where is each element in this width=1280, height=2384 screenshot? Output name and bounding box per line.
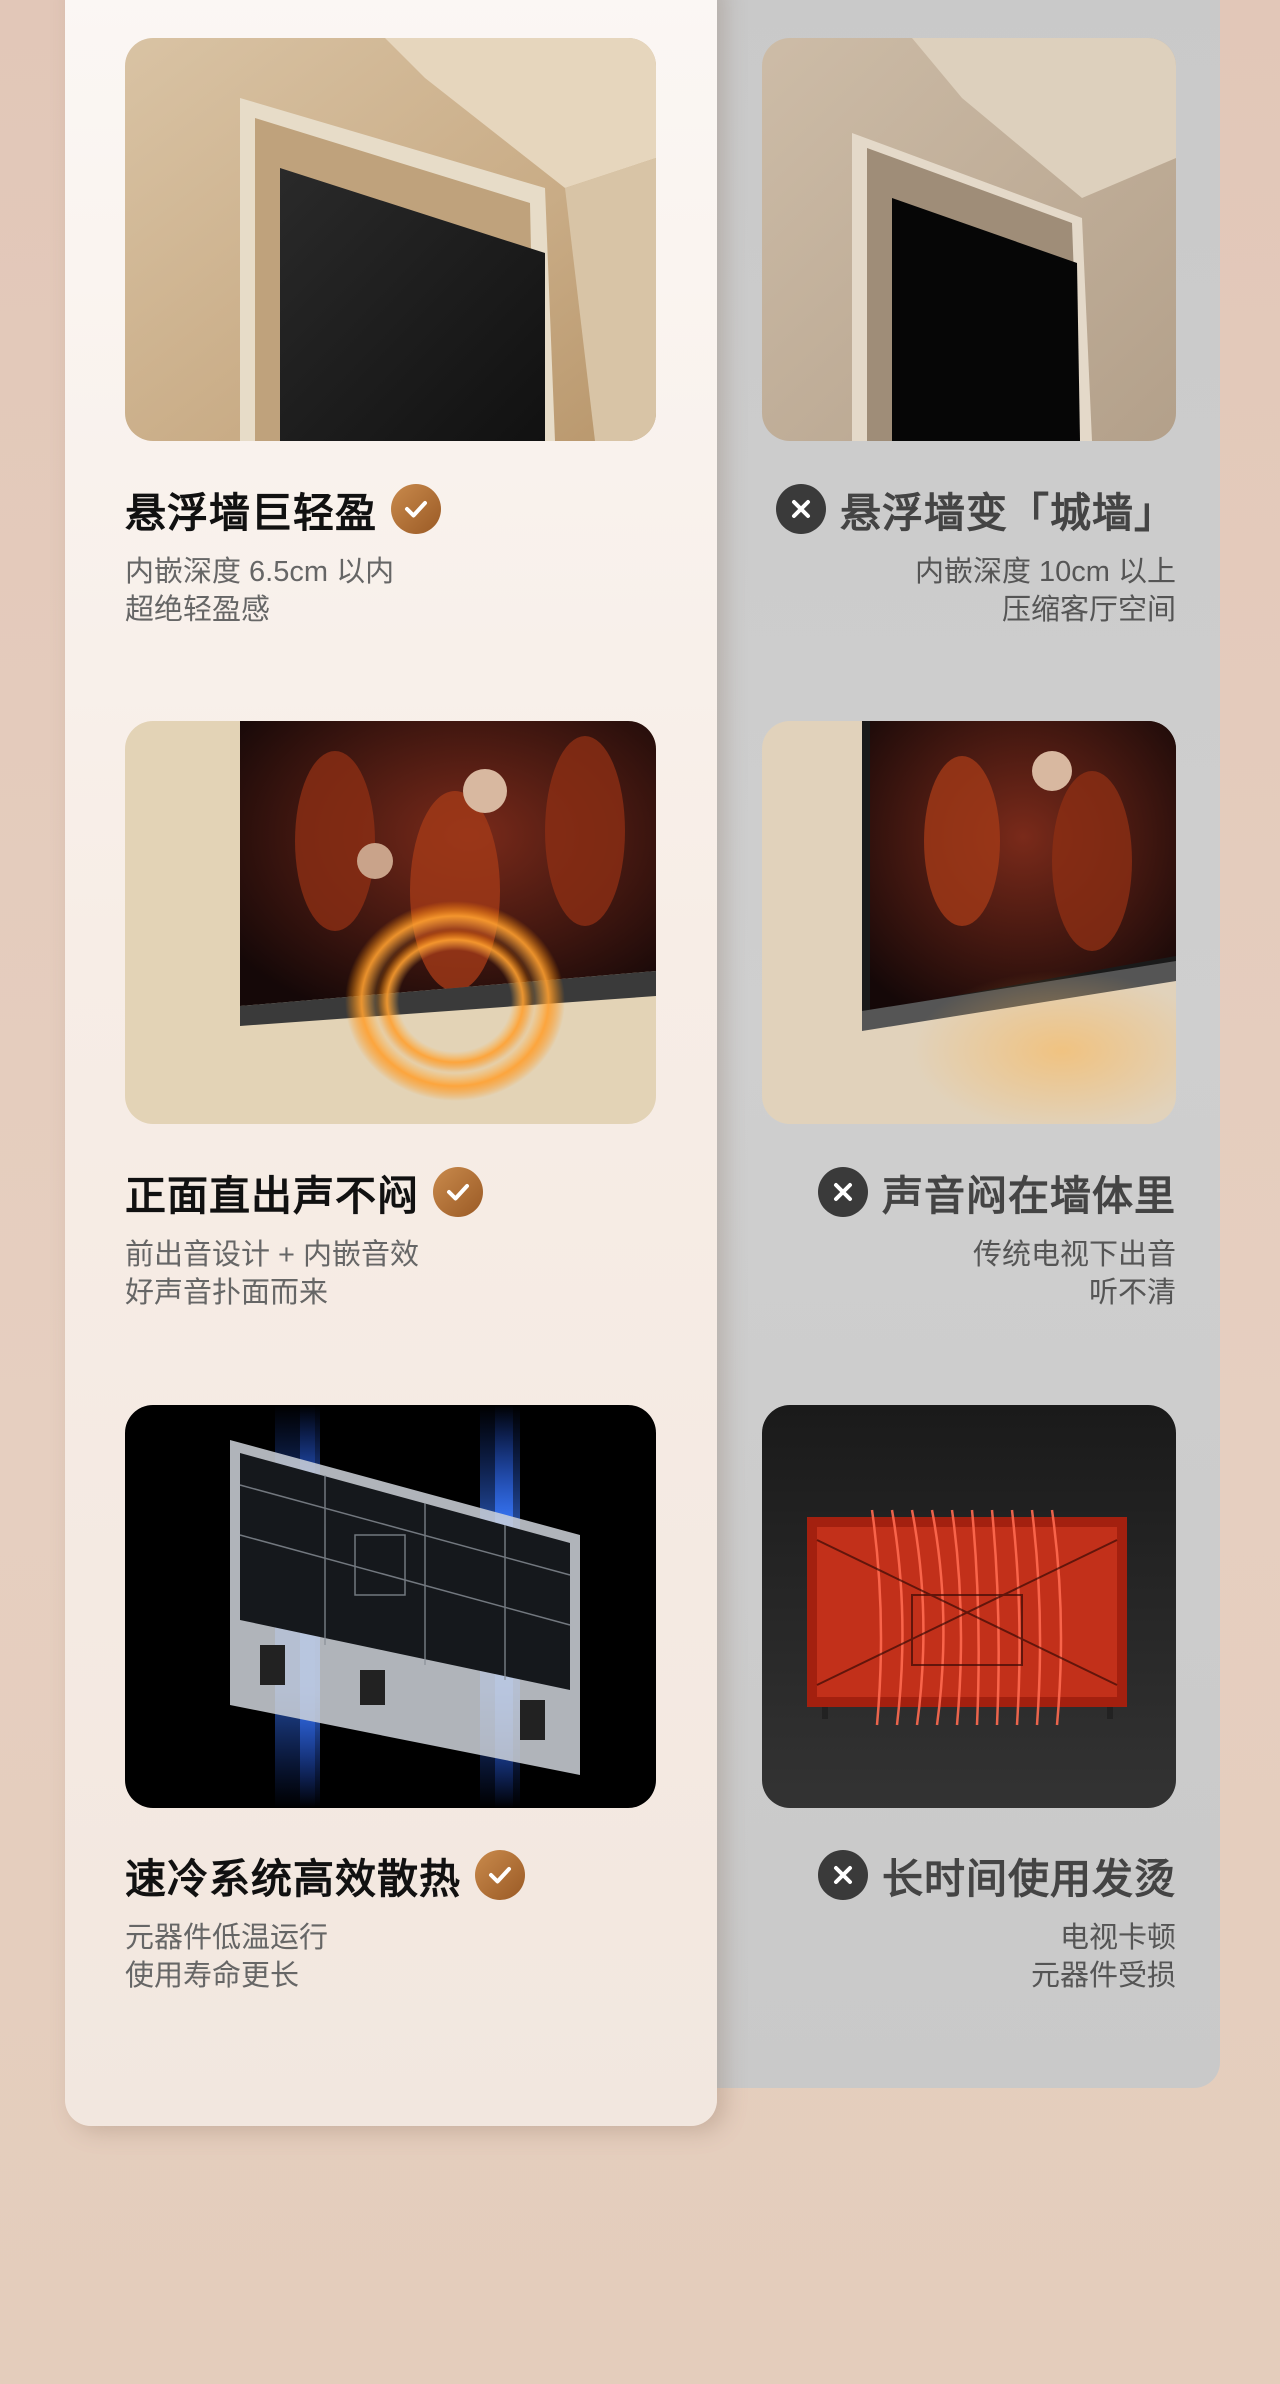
front-sound-tv-image bbox=[125, 721, 656, 1124]
disadvantage-title-1: 悬浮墙变「城墙」 bbox=[776, 479, 1176, 539]
cooling-system-image bbox=[125, 1405, 656, 1808]
advantage-desc-1: 内嵌深度 6.5cm 以内 超绝轻盈感 bbox=[125, 553, 394, 629]
advantage-desc-line: 前出音设计 + 内嵌音效 bbox=[125, 1239, 420, 1271]
cross-icon bbox=[818, 1850, 868, 1900]
check-icon bbox=[433, 1167, 483, 1217]
advantage-desc-3: 元器件低温运行 使用寿命更长 bbox=[125, 1919, 328, 1995]
disadvantage-desc-1: 内嵌深度 10cm 以上 压缩客厅空间 bbox=[915, 553, 1176, 629]
advantage-title-1: 悬浮墙巨轻盈 bbox=[125, 479, 441, 539]
disadvantage-desc-3: 电视卡顿 元器件受损 bbox=[1031, 1919, 1176, 1995]
overheating-tv-image bbox=[762, 1405, 1176, 1808]
advantage-desc-line: 使用寿命更长 bbox=[125, 1960, 300, 1992]
advantage-desc-2: 前出音设计 + 内嵌音效 好声音扑面而来 bbox=[125, 1236, 419, 1312]
slim-wall-tv-image bbox=[125, 38, 656, 441]
disadvantage-desc-line: 传统电视下出音 bbox=[972, 1239, 1176, 1271]
check-icon bbox=[475, 1850, 525, 1900]
disadvantage-title-2: 声音闷在墙体里 bbox=[818, 1162, 1176, 1222]
advantage-desc-line: 超绝轻盈感 bbox=[125, 594, 271, 626]
check-icon bbox=[391, 484, 441, 534]
disadvantage-title-3: 长时间使用发烫 bbox=[818, 1845, 1176, 1905]
disadvantage-desc-line: 听不清 bbox=[1088, 1277, 1176, 1309]
advantage-title-3: 速冷系统高效散热 bbox=[125, 1845, 525, 1905]
advantage-desc-line: 元器件低温运行 bbox=[125, 1922, 329, 1954]
muffled-sound-tv-image bbox=[762, 721, 1176, 1124]
disadvantage-desc-line: 压缩客厅空间 bbox=[1001, 594, 1176, 626]
advantage-title-2: 正面直出声不闷 bbox=[125, 1162, 483, 1222]
cross-icon bbox=[776, 484, 826, 534]
disadvantage-desc-line: 电视卡顿 bbox=[1059, 1922, 1176, 1954]
disadvantage-desc-line: 元器件受损 bbox=[1030, 1960, 1176, 1992]
disadvantage-desc-line: 内嵌深度 10cm 以上 bbox=[914, 556, 1176, 588]
thick-wall-tv-image bbox=[762, 38, 1176, 441]
cross-icon bbox=[818, 1167, 868, 1217]
advantage-desc-line: 好声音扑面而来 bbox=[125, 1277, 329, 1309]
advantage-desc-line: 内嵌深度 6.5cm 以内 bbox=[125, 556, 395, 588]
disadvantage-desc-2: 传统电视下出音 听不清 bbox=[973, 1236, 1176, 1312]
